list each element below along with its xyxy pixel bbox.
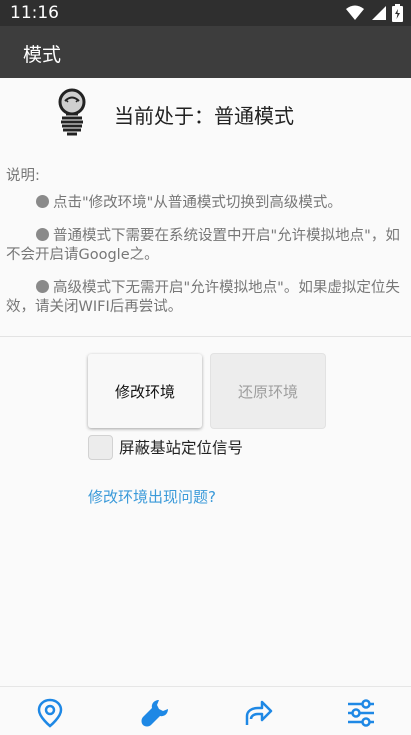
- nav-share[interactable]: [243, 697, 275, 729]
- bullet-icon: [36, 280, 49, 293]
- description-item: 普通模式下需要在系统设置中开启"允许模拟地点"，如不会开启请Google之。: [6, 228, 400, 263]
- description-item: 点击"修改环境"从普通模式切换到高级模式。: [6, 194, 406, 213]
- nav-location[interactable]: [34, 697, 66, 729]
- share-arrow-icon: [245, 700, 273, 725]
- current-mode-text: 当前处于：普通模式: [114, 104, 294, 128]
- nav-tools[interactable]: [139, 697, 171, 729]
- signal-icon: [372, 6, 386, 20]
- sliders-icon: [348, 699, 374, 727]
- battery-icon: [392, 4, 403, 22]
- lightbulb-icon: [58, 88, 86, 136]
- bullet-icon: [36, 195, 49, 208]
- bottom-navigation: [0, 686, 411, 735]
- app-bar: 模式: [0, 26, 411, 78]
- status-time: 11:16: [10, 3, 59, 23]
- bullet-icon: [36, 228, 49, 241]
- modify-environment-button[interactable]: 修改环境: [88, 354, 202, 428]
- restore-environment-button[interactable]: 还原环境: [211, 354, 325, 428]
- description-label: 说明:: [6, 168, 40, 184]
- block-cell-location-label[interactable]: 屏蔽基站定位信号: [119, 436, 243, 458]
- help-link[interactable]: 修改环境出现问题?: [88, 486, 216, 507]
- status-icons: [346, 4, 403, 22]
- location-pin-icon: [37, 698, 63, 728]
- current-mode-row: 当前处于：普通模式: [0, 88, 411, 140]
- block-cell-location-checkbox[interactable]: [88, 434, 113, 460]
- wrench-icon: [141, 700, 168, 727]
- divider: [0, 336, 411, 337]
- status-bar: 11:16: [0, 0, 411, 26]
- page-title: 模式: [23, 44, 62, 66]
- nav-settings[interactable]: [345, 697, 377, 729]
- block-cell-location-row[interactable]: 屏蔽基站定位信号: [88, 433, 243, 461]
- description-block: 说明: 点击"修改环境"从普通模式切换到高级模式。 普通模式下需要在系统设置中开…: [6, 167, 406, 331]
- description-item: 高级模式下无需开启"允许模拟地点"。如果虚拟定位失效，请关闭WIFI后再尝试。: [6, 280, 400, 315]
- wifi-icon: [346, 5, 364, 20]
